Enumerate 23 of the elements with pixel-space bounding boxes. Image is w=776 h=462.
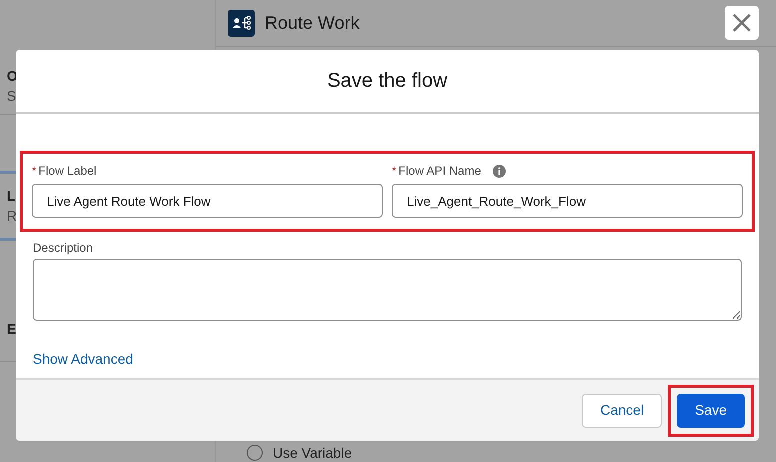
flow-icon [228,10,255,36]
required-marker: * [32,163,37,180]
close-icon [732,13,752,33]
field-label: Description [33,240,94,256]
description-field[interactable] [33,259,742,321]
radio-label: Use Variable [273,446,352,460]
cancel-button[interactable]: Cancel [582,394,662,428]
save-button[interactable]: Save [677,394,745,428]
close-button[interactable] [725,6,759,40]
show-advanced-link[interactable]: Show Advanced [33,349,134,370]
text-field[interactable]: Live Agent Route Work Flow [32,184,383,218]
text-field[interactable]: Live_Agent_Route_Work_Flow [392,184,743,218]
card-subtitle: S [7,86,16,106]
radio-button[interactable] [247,445,263,461]
card-title: E [7,320,16,339]
info-icon[interactable] [493,164,506,178]
card-subtitle: R [7,207,18,226]
card-title: L [7,187,16,206]
required-marker: * [392,163,397,180]
modal-title: Save the flow [327,69,448,94]
field-label: Flow Label [38,163,97,180]
page-title: Route Work [265,12,360,34]
field-label: Flow API Name [398,163,482,180]
